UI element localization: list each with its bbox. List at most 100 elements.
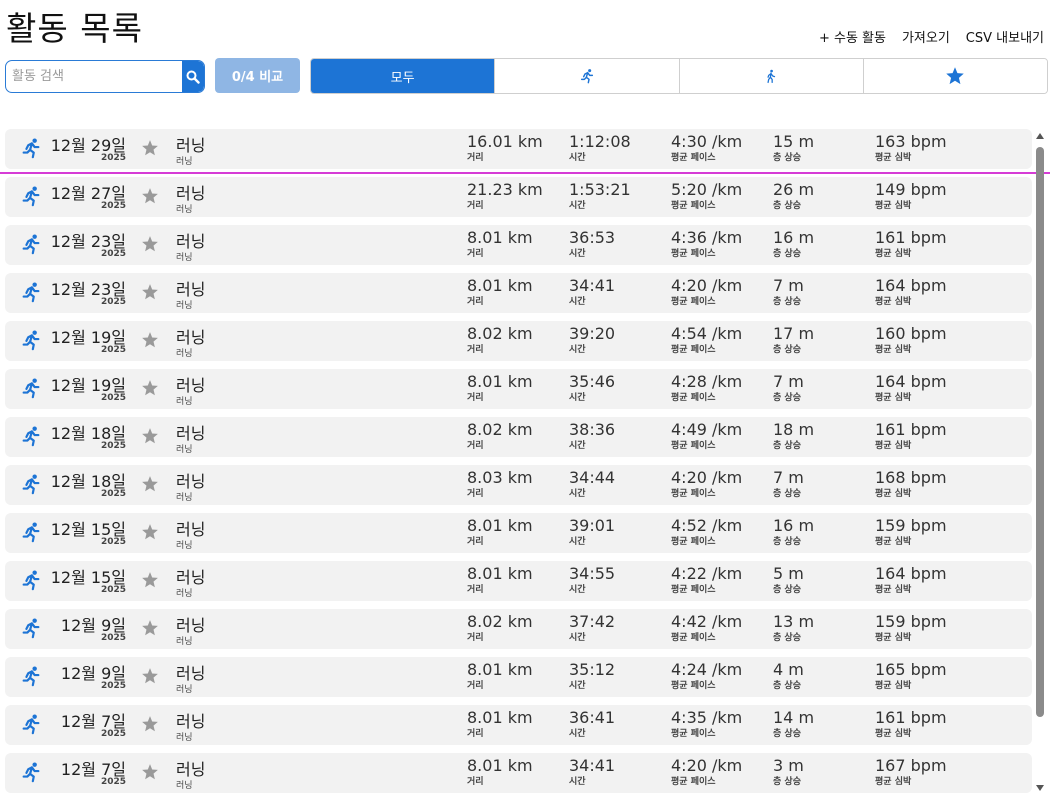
import-button[interactable]: 가져오기 xyxy=(902,27,950,46)
activity-row[interactable]: 12월 18일 2025 러닝 러닝 8.02 km 거리 38:36 시간 4… xyxy=(5,417,1032,457)
time-label: 시간 xyxy=(569,441,586,451)
favorite-star-icon[interactable] xyxy=(141,139,159,157)
favorite-star-icon[interactable] xyxy=(141,475,159,493)
distance-label: 거리 xyxy=(467,393,484,403)
time-stat: 1:12:08 시간 xyxy=(569,132,631,163)
filter-tab-running[interactable] xyxy=(494,59,679,93)
activity-row[interactable]: 12월 15일 2025 러닝 러닝 8.01 km 거리 34:55 시간 4… xyxy=(5,561,1032,601)
filter-tab-walking[interactable] xyxy=(678,59,863,93)
favorite-star-icon[interactable] xyxy=(141,523,159,541)
elevation-stat: 18 m 층 상승 xyxy=(773,420,814,451)
elevation-value: 14 m xyxy=(773,708,815,727)
heart-rate-value: 165 bpm xyxy=(875,660,947,679)
activity-name: 러닝 xyxy=(176,712,206,731)
running-icon xyxy=(22,426,40,447)
favorite-star-icon[interactable] xyxy=(141,283,159,301)
pace-label: 평균 페이스 xyxy=(671,585,716,595)
search-button[interactable] xyxy=(182,61,204,92)
pace-label: 평균 페이스 xyxy=(671,441,716,451)
distance-label: 거리 xyxy=(467,585,484,595)
favorite-star-icon[interactable] xyxy=(141,667,159,685)
activity-year: 2025 xyxy=(100,201,126,211)
search-input[interactable] xyxy=(6,61,182,92)
manual-activity-button[interactable]: + 수동 활동 xyxy=(819,27,886,46)
activity-row[interactable]: 12월 19일 2025 러닝 러닝 8.01 km 거리 35:46 시간 4… xyxy=(5,369,1032,409)
elevation-stat: 3 m 층 상승 xyxy=(773,756,804,787)
distance-stat: 8.02 km 거리 xyxy=(467,324,533,355)
scroll-up-arrow[interactable] xyxy=(1035,131,1045,141)
favorite-star-icon[interactable] xyxy=(141,715,159,733)
running-icon xyxy=(22,522,40,543)
pace-value: 4:35 /km xyxy=(671,708,743,727)
activity-row[interactable]: 12월 18일 2025 러닝 러닝 8.03 km 거리 34:44 시간 4… xyxy=(5,465,1032,505)
running-icon xyxy=(22,378,40,399)
elevation-label: 층 상승 xyxy=(773,201,801,211)
heart-rate-label: 평균 심박 xyxy=(875,585,912,595)
elevation-label: 층 상승 xyxy=(773,729,801,739)
heart-rate-stat: 168 bpm 평균 심박 xyxy=(875,468,947,499)
distance-label: 거리 xyxy=(467,489,484,499)
activity-name: 러닝 xyxy=(176,136,206,155)
elevation-label: 층 상승 xyxy=(773,441,801,451)
csv-export-button[interactable]: CSV 내보내기 xyxy=(966,27,1044,46)
favorite-star-icon[interactable] xyxy=(141,331,159,349)
elevation-stat: 5 m 층 상승 xyxy=(773,564,804,595)
favorite-star-icon[interactable] xyxy=(141,571,159,589)
heart-rate-label: 평균 심박 xyxy=(875,681,912,691)
time-label: 시간 xyxy=(569,297,586,307)
activity-row[interactable]: 12월 15일 2025 러닝 러닝 8.01 km 거리 39:01 시간 4… xyxy=(5,513,1032,553)
filter-tab-favorites[interactable] xyxy=(862,59,1047,93)
heart-rate-value: 164 bpm xyxy=(875,564,947,583)
time-value: 34:41 xyxy=(569,756,616,775)
activity-year: 2025 xyxy=(100,441,126,451)
scrollbar[interactable] xyxy=(1034,129,1046,795)
distance-value: 16.01 km xyxy=(467,132,543,151)
distance-stat: 8.02 km 거리 xyxy=(467,420,533,451)
elevation-value: 7 m xyxy=(773,372,804,391)
favorite-star-icon[interactable] xyxy=(141,427,159,445)
favorite-star-icon[interactable] xyxy=(141,235,159,253)
activity-row[interactable]: 12월 7일 2025 러닝 러닝 8.01 km 거리 36:41 시간 4:… xyxy=(5,705,1032,745)
scrollbar-thumb[interactable] xyxy=(1036,147,1044,717)
running-icon xyxy=(22,186,40,207)
star-icon xyxy=(946,67,965,85)
pace-label: 평균 페이스 xyxy=(671,345,716,355)
activity-row[interactable]: 12월 7일 2025 러닝 러닝 8.01 km 거리 34:41 시간 4:… xyxy=(5,753,1032,793)
time-stat: 36:41 시간 xyxy=(569,708,615,739)
time-stat: 36:53 시간 xyxy=(569,228,615,259)
favorite-star-icon[interactable] xyxy=(141,379,159,397)
elevation-label: 층 상승 xyxy=(773,393,801,403)
elevation-stat: 7 m 층 상승 xyxy=(773,276,804,307)
favorite-star-icon[interactable] xyxy=(141,763,159,781)
activity-row[interactable]: 12월 9일 2025 러닝 러닝 8.02 km 거리 37:42 시간 4:… xyxy=(5,609,1032,649)
heart-rate-value: 149 bpm xyxy=(875,180,947,199)
activity-row[interactable]: 12월 23일 2025 러닝 러닝 8.01 km 거리 34:41 시간 4… xyxy=(5,273,1032,313)
filter-tab-all-label: 모두 xyxy=(390,70,415,86)
elevation-stat: 13 m 층 상승 xyxy=(773,612,814,643)
pace-label: 평균 페이스 xyxy=(671,393,716,403)
time-value: 34:44 xyxy=(569,468,616,487)
activity-row[interactable]: 12월 9일 2025 러닝 러닝 8.01 km 거리 35:12 시간 4:… xyxy=(5,657,1032,697)
heart-rate-label: 평균 심박 xyxy=(875,537,912,547)
heart-rate-stat: 164 bpm 평균 심박 xyxy=(875,276,947,307)
activity-row[interactable]: 12월 23일 2025 러닝 러닝 8.01 km 거리 36:53 시간 4… xyxy=(5,225,1032,265)
scroll-down-arrow[interactable] xyxy=(1035,783,1045,793)
favorite-star-icon[interactable] xyxy=(141,187,159,205)
activity-type: 러닝 xyxy=(176,493,193,503)
favorite-star-icon[interactable] xyxy=(141,619,159,637)
distance-stat: 21.23 km 거리 xyxy=(467,180,543,211)
compare-button[interactable]: 0/4 비교 xyxy=(215,58,300,93)
activity-row[interactable]: 12월 19일 2025 러닝 러닝 8.02 km 거리 39:20 시간 4… xyxy=(5,321,1032,361)
distance-label: 거리 xyxy=(467,201,484,211)
heart-rate-label: 평균 심박 xyxy=(875,729,912,739)
elevation-label: 층 상승 xyxy=(773,153,801,163)
time-label: 시간 xyxy=(569,537,586,547)
activity-name: 러닝 xyxy=(176,232,206,251)
elevation-label: 층 상승 xyxy=(773,777,801,787)
pace-value: 4:49 /km xyxy=(671,420,743,439)
activity-row[interactable]: 12월 29일 2025 러닝 러닝 16.01 km 거리 1:12:08 시… xyxy=(5,129,1032,169)
activity-row[interactable]: 12월 27일 2025 러닝 러닝 21.23 km 거리 1:53:21 시… xyxy=(5,177,1032,217)
filter-tab-all[interactable]: 모두 xyxy=(311,59,495,93)
elevation-value: 7 m xyxy=(773,276,804,295)
heart-rate-label: 평균 심박 xyxy=(875,393,912,403)
